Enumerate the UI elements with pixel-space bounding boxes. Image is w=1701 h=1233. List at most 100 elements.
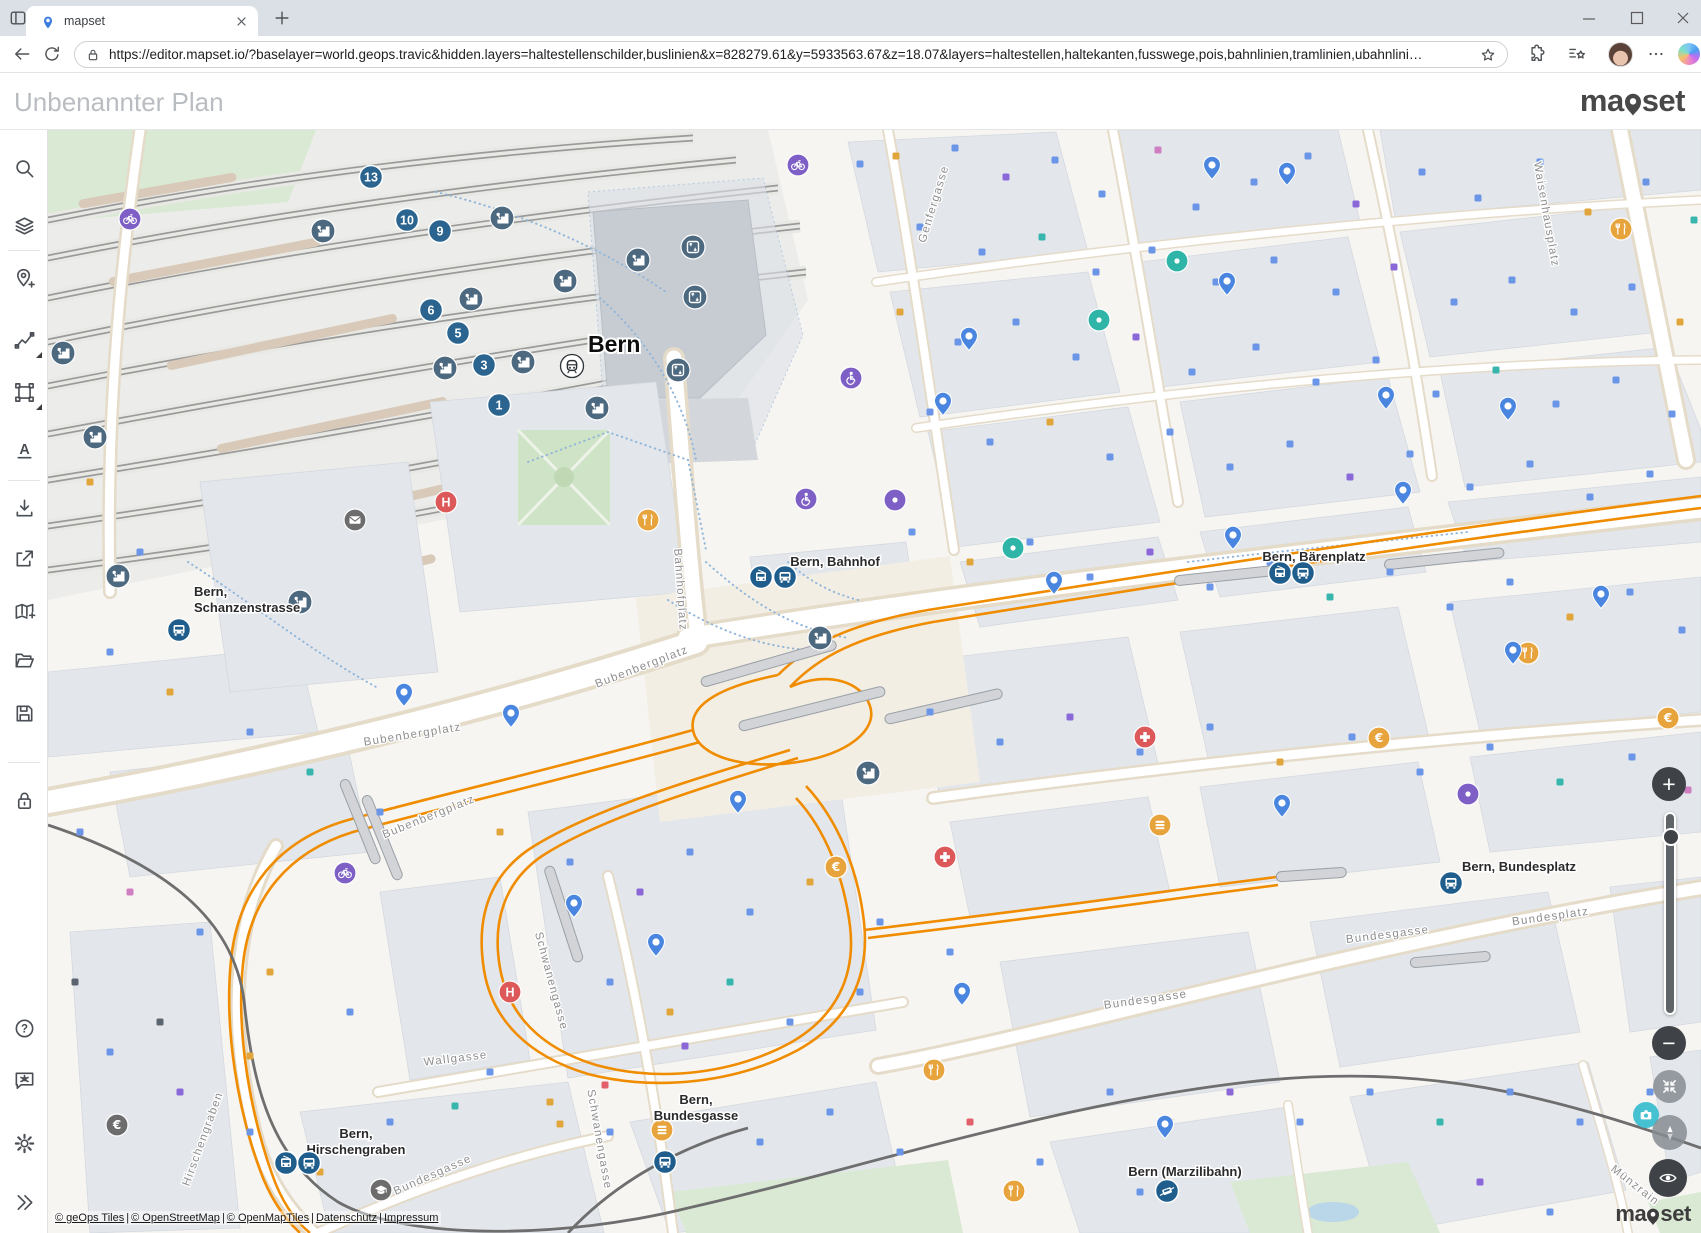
poi-dot[interactable] (1027, 539, 1034, 546)
poi-icon-dot[interactable] (884, 489, 906, 511)
zoom-slider[interactable] (1664, 812, 1676, 1015)
poi-dot[interactable] (1207, 584, 1214, 591)
poi-dot[interactable] (979, 249, 986, 256)
poi-dot[interactable] (1587, 494, 1594, 501)
poi-dot[interactable] (1367, 1089, 1374, 1096)
poi-dot[interactable] (1305, 153, 1312, 160)
close-icon[interactable] (1671, 6, 1695, 30)
poi-dot[interactable] (1677, 319, 1684, 326)
platform-number[interactable]: 3 (473, 354, 496, 377)
poi-dot[interactable] (1313, 379, 1320, 386)
poi-dot[interactable] (497, 829, 504, 836)
poi-dot[interactable] (137, 549, 144, 556)
poi-dot[interactable] (997, 739, 1004, 746)
poi-dot[interactable] (807, 879, 814, 886)
poi-dot[interactable] (1547, 1209, 1554, 1216)
lock-icon[interactable] (85, 47, 101, 63)
poi-dot[interactable] (1347, 474, 1354, 481)
zoom-in-button[interactable]: + (1652, 767, 1686, 801)
poi-dot[interactable] (387, 1119, 394, 1126)
poi-dot[interactable] (107, 649, 114, 656)
platform-number[interactable]: 10 (396, 209, 419, 232)
poi-icon-H[interactable] (499, 981, 521, 1003)
poi-dot[interactable] (1073, 354, 1080, 361)
poi-dot[interactable] (267, 969, 274, 976)
poi-dot[interactable] (1507, 579, 1514, 586)
poi-dot[interactable] (1407, 451, 1414, 458)
poi-icon-euro[interactable] (1368, 727, 1390, 749)
poi-dot[interactable] (747, 909, 754, 916)
poi-dot[interactable] (1227, 1089, 1234, 1096)
poi-dot[interactable] (1493, 367, 1500, 374)
stairs-icon[interactable] (459, 287, 483, 311)
poi-dot[interactable] (1013, 319, 1020, 326)
poi-dot[interactable] (927, 409, 934, 416)
platform-number[interactable]: 6 (420, 299, 443, 322)
poi-icon-H[interactable] (435, 491, 457, 513)
poi-dot[interactable] (967, 559, 974, 566)
elevator-icon[interactable] (683, 285, 707, 309)
poi-dot[interactable] (72, 979, 79, 986)
poi-dot[interactable] (127, 889, 134, 896)
tram-stop-icon[interactable] (275, 1152, 298, 1175)
new-tab-icon[interactable] (272, 8, 292, 28)
help-icon[interactable]: ? (4, 1008, 44, 1048)
poi-dot[interactable] (1475, 195, 1482, 202)
attribution-link[interactable]: Impressum (384, 1212, 438, 1224)
poi-dot[interactable] (347, 1009, 354, 1016)
poi-dot[interactable] (909, 529, 916, 536)
poi-dot[interactable] (727, 979, 734, 986)
poi-dot[interactable] (107, 1049, 114, 1056)
save-tool-icon[interactable] (4, 693, 44, 733)
poi-icon-bike[interactable] (119, 208, 141, 230)
stairs-icon[interactable] (311, 219, 335, 243)
poi-dot[interactable] (1333, 289, 1340, 296)
tab-actions-icon[interactable] (8, 8, 28, 28)
poi-dot[interactable] (77, 829, 84, 836)
poi-dot[interactable] (987, 439, 994, 446)
visibility-button[interactable] (1649, 1159, 1687, 1197)
lock-tool-icon[interactable] (4, 780, 44, 820)
stairs-icon[interactable] (808, 626, 832, 650)
poi-dot[interactable] (1047, 419, 1054, 426)
poi-icon-euro[interactable] (106, 1114, 128, 1136)
poi-dot[interactable] (607, 979, 614, 986)
poi-icon-fork[interactable] (1003, 1180, 1025, 1202)
poi-dot[interactable] (1487, 744, 1494, 751)
stairs-icon[interactable] (83, 425, 107, 449)
poi-dot[interactable] (1052, 157, 1059, 164)
poi-dot[interactable] (1087, 574, 1094, 581)
poi-dot[interactable] (1349, 734, 1356, 741)
poi-dot[interactable] (1433, 391, 1440, 398)
stairs-icon[interactable] (433, 356, 457, 380)
poi-dot[interactable] (1099, 191, 1106, 198)
train-icon[interactable] (561, 355, 584, 378)
stairs-icon[interactable] (856, 761, 880, 785)
expand-rail-icon[interactable] (4, 1182, 44, 1222)
refresh-icon[interactable] (42, 44, 62, 64)
poi-dot[interactable] (1133, 334, 1140, 341)
tab-close-icon[interactable] (233, 13, 250, 30)
poi-dot[interactable] (893, 153, 900, 160)
poi-dot[interactable] (1629, 284, 1636, 291)
poi-dot[interactable] (952, 145, 959, 152)
poi-dot[interactable] (1167, 429, 1174, 436)
platform-number[interactable]: 1 (488, 394, 511, 417)
more-icon[interactable] (1646, 44, 1666, 64)
poi-icon-grad[interactable] (370, 1179, 392, 1201)
zoom-slider-handle[interactable] (1662, 828, 1680, 846)
poi-dot[interactable] (1585, 209, 1592, 216)
elevator-icon[interactable] (666, 358, 690, 382)
poi-dot[interactable] (667, 1009, 674, 1016)
poi-dot[interactable] (1067, 714, 1074, 721)
poi-dot[interactable] (897, 309, 904, 316)
poi-dot[interactable] (547, 1099, 554, 1106)
poi-dot[interactable] (687, 849, 694, 856)
poi-dot[interactable] (1387, 569, 1394, 576)
poi-dot[interactable] (1137, 749, 1144, 756)
tram-stop-icon[interactable] (750, 566, 773, 589)
poi-dot[interactable] (1691, 217, 1698, 224)
poi-dot[interactable] (377, 809, 384, 816)
funi-stop-icon[interactable] (1156, 1180, 1179, 1203)
poi-icon-euro[interactable] (1657, 707, 1679, 729)
